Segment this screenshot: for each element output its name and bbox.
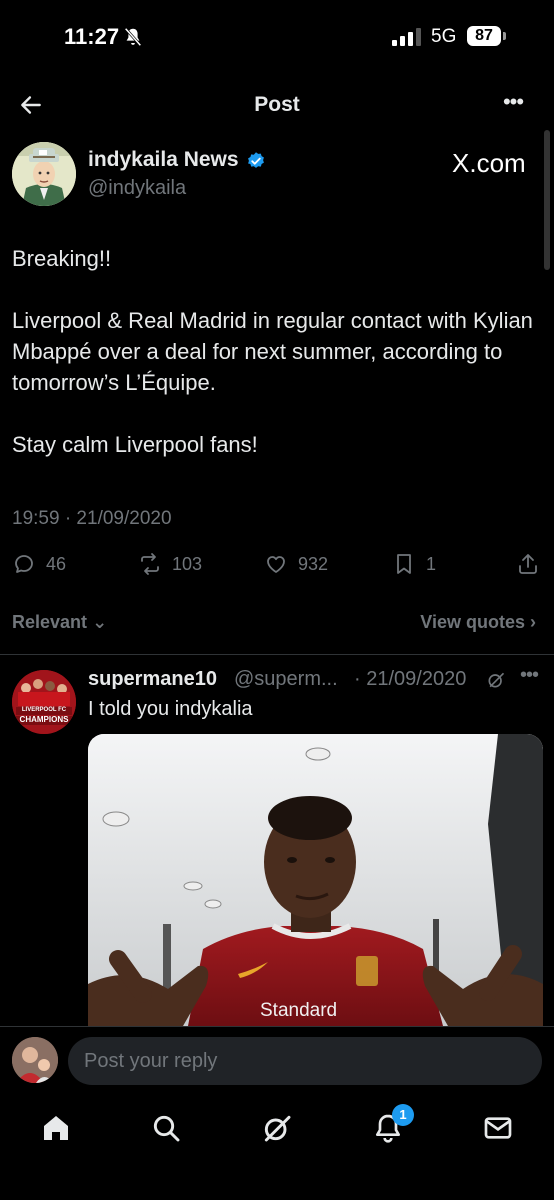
user-avatar-photo xyxy=(12,1037,58,1083)
verified-badge-icon xyxy=(248,152,264,168)
reply-header: supermane10 @superm... · 21/09/2020 ••• xyxy=(88,664,548,694)
reply-image[interactable]: Standard xyxy=(88,734,543,1026)
reply-text: I told you indykalia xyxy=(88,698,253,720)
current-user-avatar[interactable] xyxy=(12,1037,58,1083)
reply-composer xyxy=(0,1026,554,1098)
view-quotes-label: View quotes xyxy=(420,612,525,632)
heart-icon xyxy=(267,556,285,573)
cartoon-avatar-icon xyxy=(12,142,76,206)
status-bar: 11:27 5G 87 xyxy=(0,0,554,76)
more-options-icon[interactable]: ••• xyxy=(498,90,528,120)
status-time: 11:27 xyxy=(64,24,120,49)
view-quotes-link[interactable]: View quotes › xyxy=(420,612,536,633)
post-text-line-1: Breaking!! xyxy=(12,246,112,271)
source-watermark: X.com xyxy=(452,148,526,178)
share-icon xyxy=(519,554,537,574)
page-title: Post xyxy=(254,93,300,116)
battery-indicator: 87 xyxy=(467,26,501,46)
sort-dropdown[interactable]: Relevant ⌄ xyxy=(12,612,107,633)
post-timestamp: 19:59 · 21/09/2020 xyxy=(12,508,172,529)
reply-username[interactable]: supermane10 xyxy=(88,668,217,691)
avatar-caption-1: LIVERPOOL FC xyxy=(21,707,67,713)
chevron-right-icon: › xyxy=(530,612,536,632)
search-icon[interactable] xyxy=(150,1112,182,1144)
post-action-bar: 46 103 932 1 xyxy=(0,552,554,582)
bookmark-count: 1 xyxy=(426,553,437,574)
repost-count: 103 xyxy=(172,553,203,574)
bell-slash-icon xyxy=(124,27,142,47)
messages-icon[interactable] xyxy=(482,1112,514,1144)
like-count: 932 xyxy=(298,553,329,574)
repost-button[interactable]: 103 xyxy=(138,552,202,576)
avatar-caption-2: CHAMPIONS xyxy=(19,715,69,724)
network-type: 5G xyxy=(431,26,457,47)
reply-count: 46 xyxy=(46,553,67,574)
reply-more-icon[interactable]: ••• xyxy=(520,664,539,687)
post-body: Breaking!! Liverpool & Real Madrid in re… xyxy=(12,243,542,460)
shirt-sponsor-text: Standard xyxy=(260,1000,338,1021)
bookmark-icon xyxy=(397,554,411,574)
reply-button[interactable]: 46 xyxy=(12,552,66,576)
chevron-down-icon: ⌄ xyxy=(92,612,108,632)
bookmark-button[interactable]: 1 xyxy=(392,552,436,576)
bottom-navigation: 1 xyxy=(0,1098,554,1200)
share-button[interactable] xyxy=(516,552,540,576)
reply-avatar[interactable]: LIVERPOOL FC CHAMPIONS xyxy=(12,670,76,734)
liverpool-champions-avatar-icon xyxy=(12,670,76,734)
repost-icon xyxy=(141,553,159,575)
divider xyxy=(0,654,554,655)
post-header: Post ••• xyxy=(0,80,554,130)
post-text-line-2: Liverpool & Real Madrid in regular conta… xyxy=(12,308,533,395)
like-button[interactable]: 932 xyxy=(264,552,328,576)
battery-cap xyxy=(503,32,506,40)
grok-icon[interactable] xyxy=(486,670,506,690)
notifications-badge: 1 xyxy=(392,1104,414,1126)
author-name[interactable]: indykaila News xyxy=(88,148,239,172)
author-avatar[interactable] xyxy=(12,142,76,206)
reply-icon xyxy=(15,555,33,573)
replies-sort-row: Relevant ⌄ View quotes › xyxy=(0,612,554,636)
sort-label: Relevant xyxy=(12,612,88,632)
reply-date: · 21/09/2020 xyxy=(354,668,467,690)
reply-input[interactable] xyxy=(68,1037,542,1085)
post-text-line-3: Stay calm Liverpool fans! xyxy=(12,432,258,457)
home-icon[interactable] xyxy=(40,1112,72,1144)
grok-nav-icon[interactable] xyxy=(261,1112,293,1144)
author-handle[interactable]: @indykaila xyxy=(88,177,186,200)
reply-handle[interactable]: @superm... xyxy=(234,668,338,691)
scrollbar[interactable] xyxy=(544,130,550,270)
player-photo xyxy=(88,734,543,1026)
signal-icon xyxy=(392,28,421,46)
